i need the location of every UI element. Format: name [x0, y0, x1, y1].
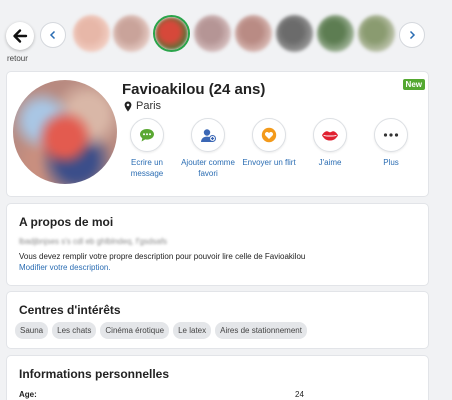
new-badge: New: [402, 79, 425, 90]
profile-thumbnail[interactable]: [235, 15, 272, 52]
blurred-description: lbadjbnjses s's cdl eb ghlblndeq, f'gsds…: [19, 237, 168, 246]
profile-thumbnail[interactable]: [194, 15, 231, 52]
back-button[interactable]: [6, 22, 34, 50]
like-button[interactable]: J'aime: [300, 118, 360, 168]
section-title: A propos de moi: [19, 215, 114, 229]
heart-icon: [261, 127, 277, 143]
more-dots-icon: [383, 133, 399, 137]
interest-tag: Sauna: [15, 322, 49, 339]
location-pin-icon: [124, 101, 132, 111]
description-notice: Vous devez remplir votre propre descript…: [19, 252, 306, 261]
profile-navigation-strip: retour: [0, 0, 452, 66]
add-user-icon: [201, 128, 216, 142]
add-favorite-button[interactable]: Ajouter comme favori: [178, 118, 238, 179]
back-label: retour: [7, 54, 28, 63]
previous-profile-button[interactable]: [40, 22, 66, 48]
action-label: Ecrire un message: [130, 158, 164, 178]
interests-section: Centres d'intérêts Sauna Les chats Ciném…: [6, 291, 429, 349]
action-label: Ajouter comme favori: [181, 158, 235, 178]
profile-thumbnail[interactable]: [276, 15, 313, 52]
profile-card: Favioakilou (24 ans) Paris New Ecrire un…: [6, 71, 429, 197]
chevron-right-icon: [409, 30, 416, 40]
info-label: Age:: [19, 390, 37, 399]
action-label: Plus: [383, 158, 399, 167]
profile-thumbnail[interactable]: [73, 15, 110, 52]
profile-location: Paris: [124, 100, 161, 112]
interest-tag: Cinéma érotique: [100, 322, 170, 339]
interest-tags: Sauna Les chats Cinéma érotique Le latex…: [15, 322, 307, 339]
interest-tag: Le latex: [173, 322, 212, 339]
next-profile-button[interactable]: [399, 22, 425, 48]
action-label: Envoyer un flirt: [242, 158, 296, 167]
edit-description-link[interactable]: Modifier votre description.: [19, 263, 111, 272]
about-section: A propos de moi lbadjbnjses s's cdl eb g…: [6, 203, 429, 286]
location-label: Paris: [136, 100, 162, 112]
section-title: Informations personnelles: [19, 367, 170, 381]
personal-info-section: Informations personnelles Age: 24: [6, 355, 429, 400]
info-value: 24: [295, 390, 304, 399]
profile-name: Favioakilou (24 ans): [122, 81, 266, 98]
section-title: Centres d'intérêts: [19, 303, 121, 317]
chevron-left-icon: [49, 30, 56, 40]
interest-tag: Les chats: [52, 322, 97, 339]
lips-icon: [322, 130, 338, 140]
arrow-left-icon: [13, 29, 28, 43]
send-flirt-button[interactable]: Envoyer un flirt: [239, 118, 299, 168]
more-button[interactable]: Plus: [361, 118, 421, 168]
write-message-button[interactable]: Ecrire un message: [117, 118, 177, 179]
chat-icon: [140, 128, 154, 141]
action-label: J'aime: [318, 158, 342, 167]
profile-thumbnail[interactable]: [317, 15, 354, 52]
profile-thumbnail[interactable]: [113, 15, 150, 52]
interest-tag: Aires de stationnement: [215, 322, 307, 339]
profile-thumbnail[interactable]: [358, 15, 395, 52]
avatar[interactable]: [13, 80, 117, 184]
profile-thumbnail-active[interactable]: [153, 15, 190, 52]
